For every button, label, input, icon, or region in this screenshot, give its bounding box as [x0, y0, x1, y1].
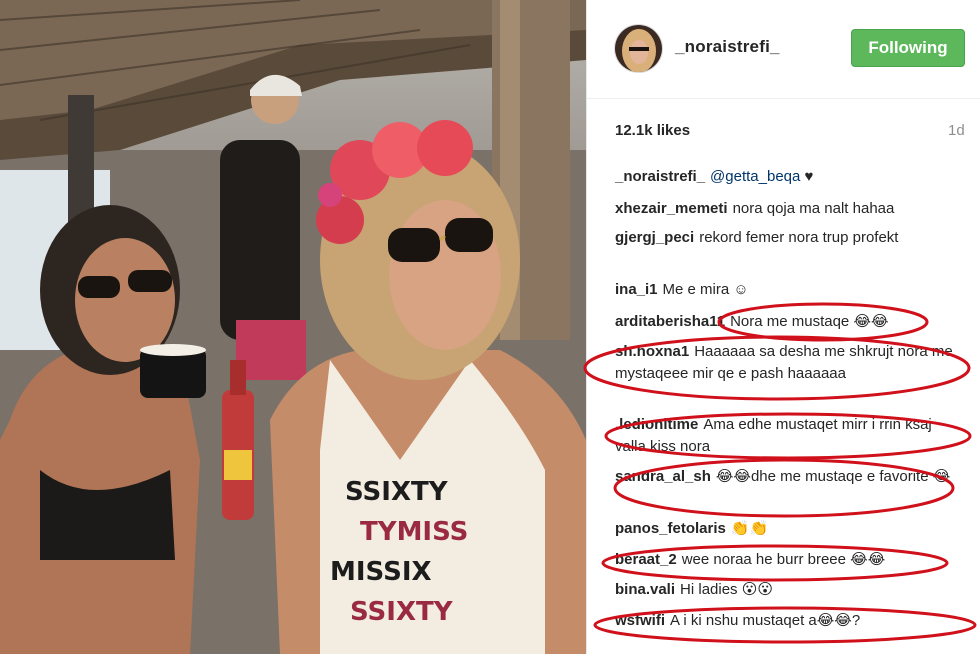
- comment: xhezair_memeti nora qoja ma nalt hahaa: [615, 198, 960, 220]
- comment-text: A i ki nshu mustaqet a😂😂?: [670, 612, 861, 629]
- likes-count[interactable]: 12.1k likes: [615, 122, 690, 139]
- comment-text: Nora me mustaqe 😂😂: [730, 313, 889, 330]
- svg-text:SSIXTY: SSIXTY: [350, 597, 454, 627]
- comment-user[interactable]: beraat_2: [615, 551, 677, 568]
- comment-user[interactable]: sandra_al_sh: [615, 468, 711, 485]
- comment: ina_i1 Me e mira ☺: [615, 279, 960, 301]
- svg-text:TYMISS: TYMISS: [360, 517, 468, 547]
- comment-user[interactable]: sh.hoxna1: [615, 343, 689, 360]
- comment-user[interactable]: arditaberisha11: [615, 313, 725, 330]
- comment: sandra_al_sh 😂😂dhe me mustaqe e favorite …: [615, 466, 960, 488]
- comment-user[interactable]: gjergj_peci: [615, 229, 694, 246]
- comment-text: Me e mira ☺: [662, 281, 749, 298]
- comment: arditaberisha11 Nora me mustaqe 😂😂: [615, 311, 960, 333]
- following-button[interactable]: Following: [851, 29, 965, 67]
- comment-text: wee noraa he burr breee 😂😂: [681, 551, 886, 568]
- comment: bina.vali Hi ladies 😮😮: [615, 579, 960, 601]
- heart-icon: ♥: [804, 168, 814, 185]
- post-header: _noraistrefi_ Following: [587, 0, 980, 99]
- comment-text: 👏👏: [730, 520, 769, 537]
- comment-text: 😂😂dhe me mustaqe e favorite 😂: [715, 468, 951, 485]
- comment-user[interactable]: panos_fetolaris: [615, 520, 726, 537]
- post-details-panel: _noraistrefi_ Following 12.1k likes 1d _…: [587, 0, 980, 654]
- comment-text: Hi ladies 😮😮: [680, 581, 773, 598]
- svg-text:SSIXTY: SSIXTY: [345, 477, 449, 507]
- comment: .ledionitime Ama edhe mustaqet mirr i rri…: [615, 414, 960, 458]
- comment: sh.hoxna1 Haaaaaa sa desha me shkrujt nor…: [615, 341, 960, 385]
- comment-text: nora qoja ma nalt hahaa: [732, 200, 895, 217]
- comment-user[interactable]: wsfwifi: [615, 612, 665, 629]
- post-time: 1d: [948, 122, 965, 139]
- comment-user[interactable]: .ledionitime: [615, 416, 698, 433]
- comment-mention[interactable]: @getta_beqa: [710, 168, 800, 185]
- post-photo[interactable]: SSIXTY TYMISS MISSIX SSIXTY: [0, 0, 586, 654]
- avatar-image: [615, 25, 662, 72]
- svg-text:MISSIX: MISSIX: [330, 557, 432, 587]
- comment: panos_fetolaris 👏👏: [615, 518, 960, 540]
- comment-user[interactable]: _noraistrefi_: [615, 168, 705, 185]
- comment: wsfwifi A i ki nshu mustaqet a😂😂?: [615, 610, 960, 632]
- avatar[interactable]: [614, 24, 663, 73]
- comment: beraat_2 wee noraa he burr breee 😂😂: [615, 549, 960, 571]
- comment-user[interactable]: xhezair_memeti: [615, 200, 728, 217]
- post-username[interactable]: _noraistrefi_: [675, 37, 780, 57]
- comment-user[interactable]: ina_i1: [615, 281, 658, 298]
- photo-illustration: SSIXTY TYMISS MISSIX SSIXTY: [0, 0, 586, 654]
- comment: gjergj_peci rekord femer nora trup profek…: [615, 227, 960, 249]
- comment-user[interactable]: bina.vali: [615, 581, 675, 598]
- comment: _noraistrefi_ @getta_beqa ♥: [615, 166, 960, 188]
- comment-text: rekord femer nora trup profekt: [699, 229, 899, 246]
